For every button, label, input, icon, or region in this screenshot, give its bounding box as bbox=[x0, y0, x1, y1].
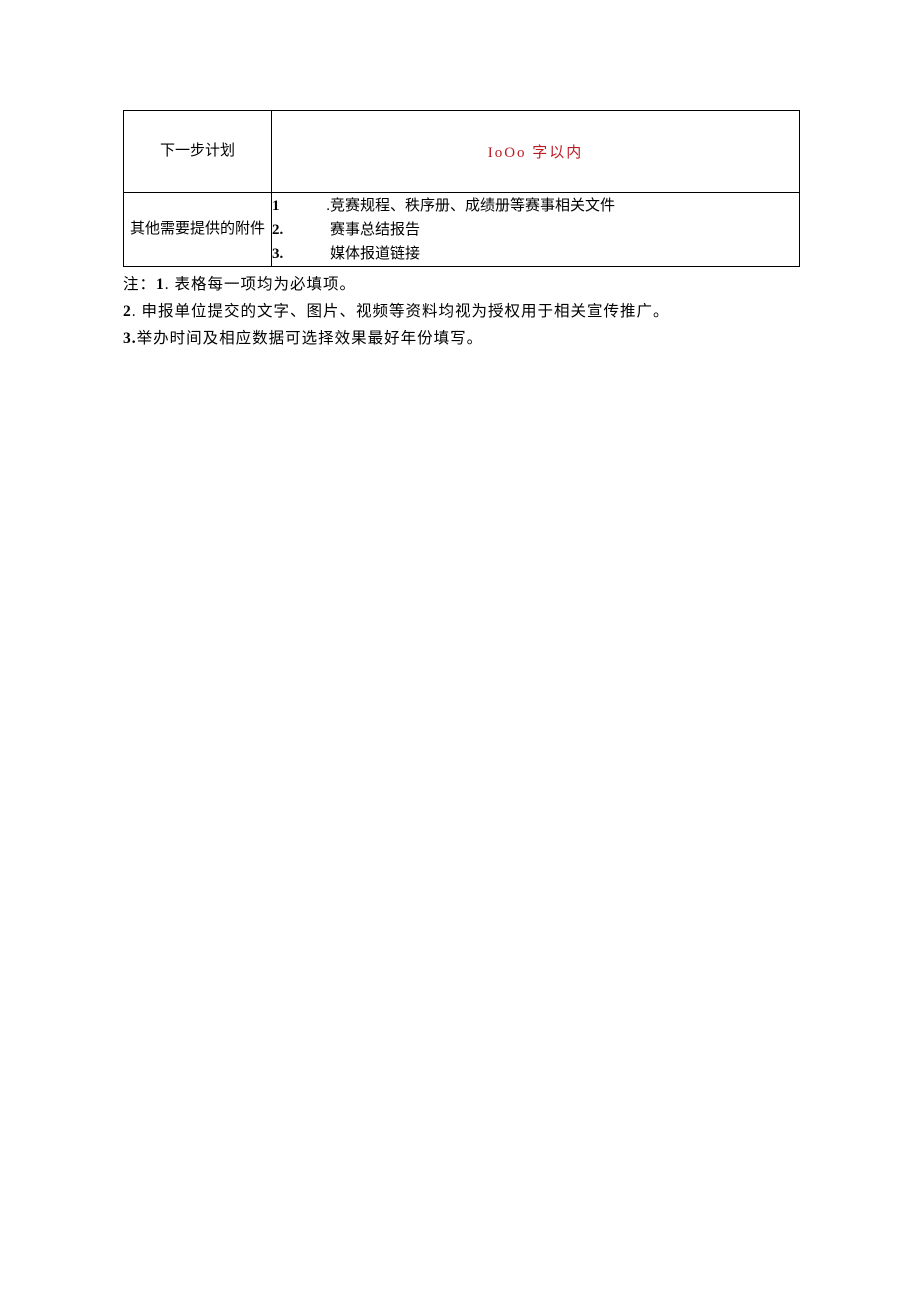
row-label-attachments: 其他需要提供的附件 bbox=[124, 193, 272, 267]
item-text: 赛事总结报告 bbox=[330, 218, 799, 242]
note-text: 举办时间及相应数据可选择效果最好年份填写。 bbox=[137, 330, 484, 347]
notes-block: 注：1. 表格每一项均为必填项。 2. 申报单位提交的文字、图片、视频等资料均视… bbox=[123, 271, 800, 352]
item-text: 媒体报道链接 bbox=[330, 242, 799, 266]
item-dot bbox=[284, 242, 330, 266]
item-text: 竞赛规程、秩序册、成绩册等赛事相关文件 bbox=[330, 194, 799, 218]
note-num: 2 bbox=[123, 303, 132, 320]
note-num: 3. bbox=[123, 330, 137, 347]
note-prefix: 注： bbox=[123, 276, 156, 293]
form-table: 下一步计划 IoOo 字以内 其他需要提供的附件 1 . 竞赛规程、秩序册、成绩… bbox=[123, 110, 800, 267]
note-text: . 申报单位提交的文字、图片、视频等资料均视为授权用于相关宣传推广。 bbox=[132, 303, 670, 320]
attach-item-1: 1 . 竞赛规程、秩序册、成绩册等赛事相关文件 bbox=[272, 194, 799, 218]
attach-item-3: 3. 媒体报道链接 bbox=[272, 242, 799, 266]
row-value-next-plan: IoOo 字以内 bbox=[272, 111, 800, 193]
note-3: 3.举办时间及相应数据可选择效果最好年份填写。 bbox=[123, 325, 800, 352]
item-dot bbox=[284, 218, 330, 242]
row-value-attachments: 1 . 竞赛规程、秩序册、成绩册等赛事相关文件 2. 赛事总结报告 3. 媒体报… bbox=[272, 193, 800, 267]
note-2: 2. 申报单位提交的文字、图片、视频等资料均视为授权用于相关宣传推广。 bbox=[123, 298, 800, 325]
note-1: 注：1. 表格每一项均为必填项。 bbox=[123, 271, 800, 298]
item-num: 1 bbox=[272, 194, 284, 218]
item-num: 2. bbox=[272, 218, 284, 242]
limit-text: IoOo 字以内 bbox=[488, 145, 584, 161]
item-dot: . bbox=[284, 194, 330, 218]
note-num: 1 bbox=[156, 276, 165, 293]
item-num: 3. bbox=[272, 242, 284, 266]
attach-item-2: 2. 赛事总结报告 bbox=[272, 218, 799, 242]
note-text: . 表格每一项均为必填项。 bbox=[165, 276, 356, 293]
row-label-next-plan: 下一步计划 bbox=[124, 111, 272, 193]
